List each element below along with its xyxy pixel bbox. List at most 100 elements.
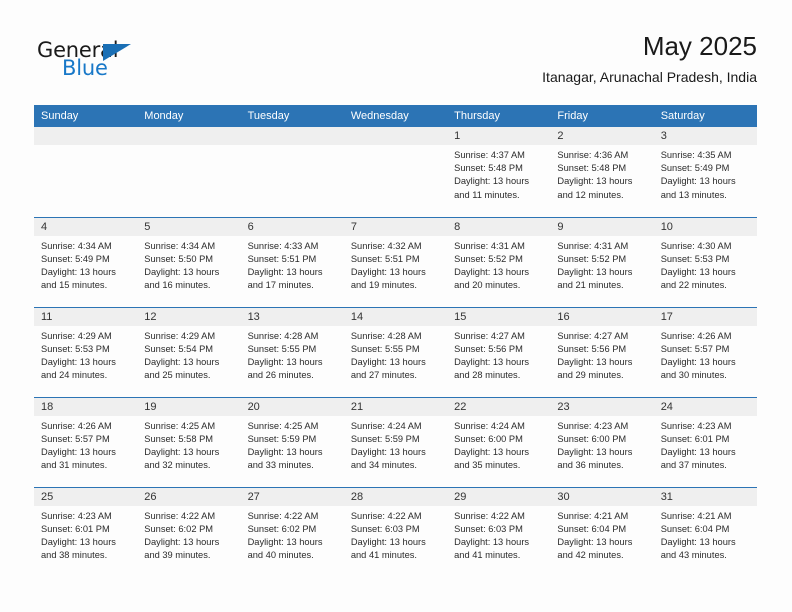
weekday-header-thursday: Thursday bbox=[447, 105, 551, 127]
daylight-duration-line2: and 32 minutes. bbox=[144, 460, 211, 471]
calendar-day-cell[interactable]: 27 Sunrise: 4:22 AM Sunset: 6:02 PM Dayligh… bbox=[240, 486, 344, 577]
daylight-duration-line1: Daylight: 13 hours bbox=[41, 266, 116, 277]
calendar-day-cell[interactable]: 17 Sunrise: 4:26 AM Sunset: 5:57 PM Dayligh… bbox=[653, 306, 757, 397]
sunset-time: Sunset: 6:04 PM bbox=[660, 523, 730, 534]
daylight-duration-line1: Daylight: 13 hours bbox=[41, 536, 116, 547]
sunset-time: Sunset: 5:49 PM bbox=[41, 253, 110, 264]
daylight-duration-line2: and 30 minutes. bbox=[660, 370, 727, 381]
calendar-day-cell[interactable]: 24 Sunrise: 4:23 AM Sunset: 6:01 PM Dayligh… bbox=[653, 396, 757, 487]
daylight-duration-line1: Daylight: 13 hours bbox=[350, 356, 426, 367]
daylight-duration-line1: Daylight: 13 hours bbox=[350, 266, 426, 277]
sunrise-time: Sunrise: 4:35 AM bbox=[660, 150, 732, 160]
day-number: 21 bbox=[343, 397, 448, 416]
sunset-time: Sunset: 5:55 PM bbox=[350, 343, 420, 354]
weekday-header-saturday: Saturday bbox=[653, 105, 757, 127]
daylight-duration-line1: Daylight: 13 hours bbox=[557, 536, 633, 547]
calendar-day-cell[interactable]: 4 Sunrise: 4:34 AM Sunset: 5:49 PM Daylight… bbox=[34, 216, 138, 307]
calendar-day-cell[interactable]: 15 Sunrise: 4:27 AM Sunset: 5:56 PM Dayligh… bbox=[447, 306, 551, 397]
calendar-day-cell[interactable]: 29 Sunrise: 4:22 AM Sunset: 6:03 PM Dayligh… bbox=[447, 486, 551, 577]
general-blue-logo[interactable]: General Blue bbox=[37, 38, 177, 84]
day-details: Sunrise: 4:26 AM Sunset: 5:57 PM Daylight:… bbox=[34, 416, 137, 473]
sunrise-time: Sunrise: 4:30 AM bbox=[660, 240, 732, 251]
day-details: Sunrise: 4:27 AM Sunset: 5:56 PM Daylight:… bbox=[447, 326, 550, 383]
calendar-day-cell[interactable]: 13 Sunrise: 4:28 AM Sunset: 5:55 PM Dayligh… bbox=[240, 306, 344, 397]
daylight-duration-line2: and 11 minutes. bbox=[454, 189, 520, 200]
sunrise-time: Sunrise: 4:31 AM bbox=[557, 240, 629, 251]
calendar-day-cell[interactable]: 10 Sunrise: 4:30 AM Sunset: 5:53 PM Dayligh… bbox=[653, 216, 757, 307]
calendar-day-cell[interactable]: 1 Sunrise: 4:37 AM Sunset: 5:48 PM Daylight… bbox=[447, 127, 551, 217]
calendar-day-cell[interactable]: 16 Sunrise: 4:27 AM Sunset: 5:56 PM Dayligh… bbox=[550, 306, 654, 397]
day-details: Sunrise: 4:28 AM Sunset: 5:55 PM Daylight:… bbox=[241, 326, 344, 383]
daylight-duration-line2: and 39 minutes. bbox=[144, 550, 211, 561]
calendar-day-cell[interactable]: 23 Sunrise: 4:23 AM Sunset: 6:00 PM Dayligh… bbox=[550, 396, 654, 487]
sunrise-time: Sunrise: 4:27 AM bbox=[454, 330, 525, 341]
daylight-duration-line1: Daylight: 13 hours bbox=[247, 446, 323, 457]
calendar-day-cell[interactable]: 20 Sunrise: 4:25 AM Sunset: 5:59 PM Dayligh… bbox=[240, 396, 344, 487]
calendar-day-cell[interactable]: 28 Sunrise: 4:22 AM Sunset: 6:03 PM Dayligh… bbox=[343, 486, 448, 577]
daylight-duration-line2: and 42 minutes. bbox=[557, 550, 624, 561]
day-number: 27 bbox=[240, 487, 344, 506]
calendar-day-cell[interactable]: 12 Sunrise: 4:29 AM Sunset: 5:54 PM Dayligh… bbox=[137, 306, 241, 397]
weekday-header-wednesday: Wednesday bbox=[343, 105, 448, 127]
day-number: 18 bbox=[34, 397, 138, 416]
daylight-duration-line2: and 37 minutes. bbox=[660, 460, 727, 471]
calendar-day-cell[interactable]: 14 Sunrise: 4:28 AM Sunset: 5:55 PM Dayligh… bbox=[343, 306, 448, 397]
daylight-duration-line1: Daylight: 13 hours bbox=[660, 176, 736, 187]
calendar-week-row: 18 Sunrise: 4:26 AM Sunset: 5:57 PM Dayligh… bbox=[34, 396, 757, 487]
day-details: Sunrise: 4:28 AM Sunset: 5:55 PM Daylight:… bbox=[344, 326, 447, 383]
day-details: Sunrise: 4:33 AM Sunset: 5:51 PM Daylight:… bbox=[241, 236, 344, 293]
day-details: Sunrise: 4:22 AM Sunset: 6:03 PM Daylight:… bbox=[447, 506, 550, 563]
daylight-duration-line2: and 15 minutes. bbox=[41, 280, 108, 291]
day-number bbox=[34, 127, 138, 145]
sunrise-time: Sunrise: 4:37 AM bbox=[454, 150, 525, 160]
calendar-day-cell[interactable]: 5 Sunrise: 4:34 AM Sunset: 5:50 PM Daylight… bbox=[137, 216, 241, 307]
daylight-duration-line1: Daylight: 13 hours bbox=[41, 356, 116, 367]
sunrise-time: Sunrise: 4:29 AM bbox=[41, 330, 112, 341]
day-number: 8 bbox=[447, 217, 551, 236]
calendar-day-cell[interactable]: 7 Sunrise: 4:32 AM Sunset: 5:51 PM Daylight… bbox=[343, 216, 448, 307]
calendar-body: 1 Sunrise: 4:37 AM Sunset: 5:48 PM Daylight… bbox=[34, 127, 757, 577]
daylight-duration-line2: and 25 minutes. bbox=[144, 370, 211, 381]
day-number: 15 bbox=[447, 307, 551, 326]
daylight-duration-line2: and 31 minutes. bbox=[41, 460, 108, 471]
calendar-day-cell[interactable]: 6 Sunrise: 4:33 AM Sunset: 5:51 PM Daylight… bbox=[240, 216, 344, 307]
day-details: Sunrise: 4:23 AM Sunset: 6:00 PM Daylight:… bbox=[550, 416, 653, 473]
sunset-time: Sunset: 6:02 PM bbox=[247, 523, 317, 534]
daylight-duration-line1: Daylight: 13 hours bbox=[144, 446, 220, 457]
calendar-day-cell[interactable]: 30 Sunrise: 4:21 AM Sunset: 6:04 PM Dayligh… bbox=[550, 486, 654, 577]
weekday-header-row: Sunday Monday Tuesday Wednesday Thursday… bbox=[34, 105, 757, 127]
calendar-day-cell[interactable]: 9 Sunrise: 4:31 AM Sunset: 5:52 PM Daylight… bbox=[550, 216, 654, 307]
sunrise-time: Sunrise: 4:32 AM bbox=[350, 240, 422, 251]
day-number: 29 bbox=[447, 487, 551, 506]
daylight-duration-line1: Daylight: 13 hours bbox=[350, 536, 426, 547]
sunset-time: Sunset: 5:59 PM bbox=[247, 433, 317, 444]
sunrise-time: Sunrise: 4:28 AM bbox=[350, 330, 422, 341]
calendar-day-cell[interactable]: 18 Sunrise: 4:26 AM Sunset: 5:57 PM Dayligh… bbox=[34, 396, 138, 487]
calendar-day-cell[interactable]: 8 Sunrise: 4:31 AM Sunset: 5:52 PM Daylight… bbox=[447, 216, 551, 307]
sunrise-time: Sunrise: 4:28 AM bbox=[247, 330, 319, 341]
day-number: 5 bbox=[137, 217, 241, 236]
day-number: 23 bbox=[550, 397, 654, 416]
day-number: 10 bbox=[653, 217, 757, 236]
day-details: Sunrise: 4:34 AM Sunset: 5:49 PM Daylight:… bbox=[34, 236, 137, 293]
sunrise-time: Sunrise: 4:22 AM bbox=[454, 510, 525, 521]
calendar-day-cell[interactable]: 22 Sunrise: 4:24 AM Sunset: 6:00 PM Dayligh… bbox=[447, 396, 551, 487]
page-header: General Blue May 2025 Itanagar, Arunacha… bbox=[0, 0, 792, 100]
logo-word-blue: Blue bbox=[62, 56, 108, 80]
daylight-duration-line1: Daylight: 13 hours bbox=[660, 446, 736, 457]
sunrise-time: Sunrise: 4:22 AM bbox=[350, 510, 422, 521]
sunrise-time: Sunrise: 4:26 AM bbox=[660, 330, 732, 341]
calendar-day-cell[interactable]: 2 Sunrise: 4:36 AM Sunset: 5:48 PM Daylight… bbox=[550, 127, 654, 217]
calendar-day-cell[interactable]: 21 Sunrise: 4:24 AM Sunset: 5:59 PM Dayligh… bbox=[343, 396, 448, 487]
calendar-day-cell[interactable]: 31 Sunrise: 4:21 AM Sunset: 6:04 PM Dayligh… bbox=[653, 486, 757, 577]
calendar-day-cell[interactable]: 25 Sunrise: 4:23 AM Sunset: 6:01 PM Dayligh… bbox=[34, 486, 138, 577]
daylight-duration-line2: and 41 minutes. bbox=[454, 550, 521, 561]
calendar-day-cell[interactable]: 11 Sunrise: 4:29 AM Sunset: 5:53 PM Dayligh… bbox=[34, 306, 138, 397]
calendar-day-cell[interactable]: 26 Sunrise: 4:22 AM Sunset: 6:02 PM Dayligh… bbox=[137, 486, 241, 577]
daylight-duration-line2: and 33 minutes. bbox=[247, 460, 314, 471]
sunset-time: Sunset: 5:49 PM bbox=[660, 163, 730, 174]
calendar-day-cell[interactable]: 19 Sunrise: 4:25 AM Sunset: 5:58 PM Dayligh… bbox=[137, 396, 241, 487]
weekday-header-monday: Monday bbox=[137, 105, 241, 127]
calendar-day-cell[interactable]: 3 Sunrise: 4:35 AM Sunset: 5:49 PM Daylight… bbox=[653, 127, 757, 217]
day-number: 17 bbox=[653, 307, 757, 326]
